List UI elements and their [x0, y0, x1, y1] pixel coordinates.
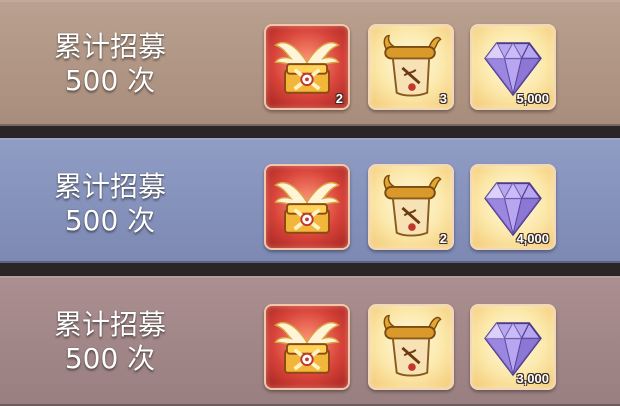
tier-requirement: 500 次 [64, 204, 156, 237]
reward-count: 2 [439, 231, 447, 246]
tier-requirement: 500 次 [64, 64, 156, 97]
tier-requirement: 500 次 [64, 342, 156, 375]
reward-count: 4,000 [516, 231, 549, 246]
reward-slot-chest[interactable] [264, 164, 350, 250]
reward-slot-scroll[interactable]: 3 [368, 24, 454, 110]
tier-title: 累计招募 [53, 308, 166, 341]
reward-slot-diamond[interactable]: 4,000 [470, 164, 556, 250]
winged-chest-icon [266, 166, 348, 248]
reward-count: 5,000 [516, 91, 549, 106]
reward-tier-row-3: 累计招募 500 次 3,000 [0, 276, 620, 406]
tier-label: 累计招募 500 次 [20, 308, 200, 376]
tier-title: 累计招募 [53, 30, 166, 63]
tier-label: 累计招募 500 次 [20, 30, 200, 98]
reward-tier-row-1: 累计招募 500 次 2 3 5,000 [0, 0, 620, 126]
reward-slot-chest[interactable]: 2 [264, 24, 350, 110]
reward-slot-chest[interactable] [264, 304, 350, 390]
reward-count: 3 [439, 91, 447, 106]
winged-chest-icon [266, 306, 348, 388]
reward-slot-diamond[interactable]: 3,000 [470, 304, 556, 390]
reward-count: 2 [335, 91, 343, 106]
reward-count: 3,000 [516, 371, 549, 386]
tier-label: 累计招募 500 次 [20, 170, 200, 238]
reward-tier-row-2: 累计招募 500 次 2 4,000 [0, 138, 620, 263]
reward-slot-scroll[interactable]: 2 [368, 164, 454, 250]
reward-slot-scroll[interactable] [368, 304, 454, 390]
scroll-icon [370, 306, 452, 388]
tier-title: 累计招募 [53, 170, 166, 203]
reward-slot-diamond[interactable]: 5,000 [470, 24, 556, 110]
